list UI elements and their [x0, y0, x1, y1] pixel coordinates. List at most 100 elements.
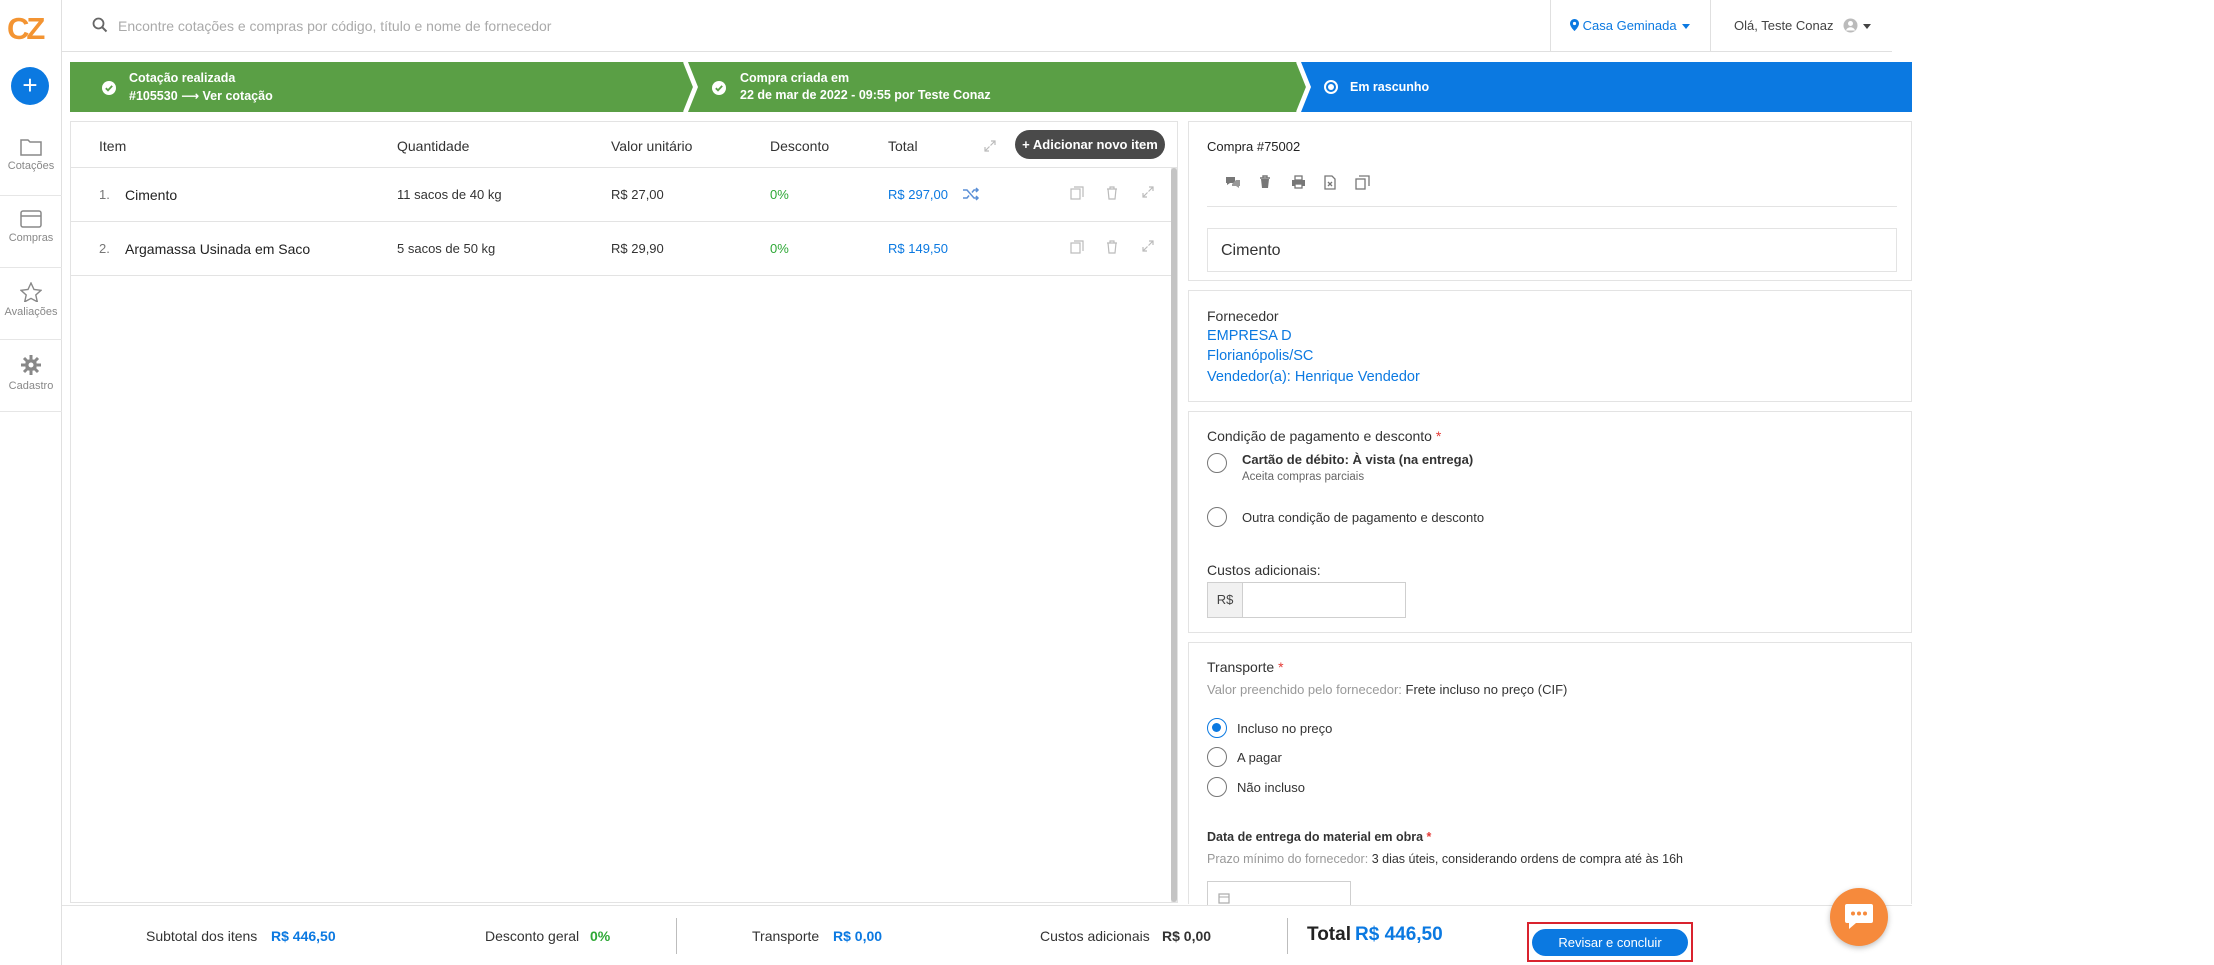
- row-number: 2.: [99, 241, 110, 256]
- selected-item-name: Cimento: [1207, 228, 1897, 272]
- step-title: Cotação realizada: [129, 71, 236, 85]
- copy-icon[interactable]: [1070, 240, 1084, 254]
- location-label: Casa Geminada: [1582, 18, 1677, 33]
- step-quotation-done[interactable]: Cotação realizada #105530 ⟶ Ver cotação: [70, 62, 690, 112]
- row-unit-value: R$ 29,90: [611, 241, 664, 256]
- user-greeting: Olá, Teste Conaz: [1734, 18, 1834, 33]
- payment-option-debit-title: Cartão de débito: À vista (na entrega): [1242, 452, 1474, 467]
- transport-option-pay-radio[interactable]: [1207, 747, 1227, 767]
- extra-costs-total-value: R$ 0,00: [1162, 928, 1212, 944]
- view-quotation-link[interactable]: #105530 ⟶ Ver cotação: [129, 88, 273, 103]
- expand-icon[interactable]: [1142, 186, 1154, 198]
- col-header-quantity: Quantidade: [397, 138, 470, 154]
- check-circle-icon: [712, 81, 726, 95]
- logo[interactable]: CZ: [7, 11, 45, 47]
- step-purchase-created: Compra criada em 22 de mar de 2022 - 09:…: [686, 62, 1298, 112]
- items-table: Item Quantidade Valor unitário Desconto …: [70, 121, 1178, 903]
- trash-icon[interactable]: [1106, 240, 1118, 254]
- shuffle-icon[interactable]: [962, 186, 980, 202]
- row-total: R$ 297,00: [888, 187, 948, 202]
- footer-divider: [1287, 918, 1288, 954]
- step-title: Compra criada em: [740, 71, 850, 85]
- new-button[interactable]: +: [11, 67, 49, 105]
- row-unit-value: R$ 27,00: [611, 187, 664, 202]
- min-label: Prazo mínimo do fornecedor:: [1207, 852, 1369, 866]
- transport-option-label: Incluso no preço: [1237, 721, 1333, 736]
- payment-option-debit-radio[interactable]: [1207, 453, 1227, 473]
- payment-option-other-label: Outra condição de pagamento e desconto: [1242, 510, 1485, 525]
- supplier-label: Fornecedor: [1207, 308, 1279, 324]
- min-value: 3 dias úteis, considerando ordens de com…: [1371, 852, 1683, 866]
- transport-option-included-radio[interactable]: [1207, 718, 1227, 738]
- scrollbar-thumb[interactable]: [1171, 168, 1177, 902]
- expand-icon[interactable]: [984, 140, 996, 152]
- table-row: 2. Argamassa Usinada em Saco 5 sacos de …: [71, 222, 1171, 276]
- prefilled-label: Valor preenchido pelo fornecedor:: [1207, 682, 1402, 697]
- top-divider: [1550, 0, 1551, 52]
- row-quantity: 11 sacos de 40 kg: [397, 187, 502, 202]
- transport-card: Transporte * Valor preenchido pelo forne…: [1188, 642, 1912, 911]
- check-circle-icon: [102, 81, 116, 95]
- supplier-seller[interactable]: Vendedor(a): Henrique Vendedor: [1207, 369, 1420, 385]
- star-icon: [20, 282, 42, 302]
- review-and-finish-button[interactable]: Revisar e concluir: [1532, 929, 1688, 956]
- purchase-card: Compra #75002 Cimento: [1188, 121, 1912, 281]
- payment-option-debit-sub: Aceita compras parciais: [1242, 471, 1365, 483]
- required-marker: *: [1426, 830, 1432, 844]
- currency-prefix: R$: [1207, 582, 1243, 618]
- total-value: R$ 446,50: [1355, 924, 1443, 945]
- sidebar-item-compras[interactable]: Compras: [0, 196, 62, 268]
- add-item-button[interactable]: + Adicionar novo item: [1015, 130, 1165, 159]
- subtotal-label: Subtotal dos itens: [146, 928, 258, 944]
- transport-option-label: A pagar: [1237, 750, 1282, 765]
- sidebar-item-cotacoes[interactable]: Cotações: [0, 124, 62, 196]
- row-total: R$ 149,50: [888, 241, 948, 256]
- supplier-name-link[interactable]: EMPRESA D: [1207, 328, 1292, 344]
- sidebar-item-label: Compras: [8, 232, 54, 244]
- trash-icon[interactable]: [1106, 186, 1118, 200]
- search-icon: [92, 17, 108, 33]
- payment-option-other-radio[interactable]: [1207, 507, 1227, 527]
- discount-value: 0%: [590, 928, 611, 944]
- payment-label: Condição de pagamento e desconto *: [1207, 428, 1441, 444]
- chat-bubble-icon: [1845, 904, 1873, 929]
- user-menu[interactable]: Olá, Teste Conaz: [1734, 18, 1872, 33]
- row-item-name[interactable]: Argamassa Usinada em Saco: [125, 241, 310, 257]
- duplicate-icon[interactable]: [1355, 175, 1370, 190]
- supplier-card: Fornecedor EMPRESA D Florianópolis/SC Ve…: [1188, 290, 1912, 402]
- copy-icon[interactable]: [1070, 186, 1084, 200]
- chat-support-button[interactable]: [1830, 888, 1888, 946]
- prefilled-value: Frete incluso no preço (CIF): [1405, 682, 1568, 697]
- extra-costs-input[interactable]: [1242, 582, 1406, 618]
- transport-option-not-included-radio[interactable]: [1207, 777, 1227, 797]
- footer-divider: [676, 918, 677, 954]
- left-sidebar: CZ + Cotações Compras Avaliações Cadastr…: [0, 0, 62, 965]
- print-icon[interactable]: [1291, 175, 1306, 189]
- trash-icon[interactable]: [1259, 175, 1271, 189]
- chevron-down-icon: [1681, 24, 1690, 30]
- spreadsheet-icon[interactable]: [1324, 175, 1336, 190]
- payment-label-text: Condição de pagamento e desconto: [1207, 428, 1432, 444]
- sidebar-item-label: Cotações: [7, 160, 55, 172]
- row-discount: 0%: [770, 187, 789, 202]
- app-root: CZ + Cotações Compras Avaliações Cadastr…: [0, 0, 2214, 965]
- top-bar: Casa Geminada Olá, Teste Conaz: [62, 0, 1892, 52]
- step-draft: Em rascunho: [1300, 62, 1912, 112]
- location-selector[interactable]: Casa Geminada: [1570, 18, 1690, 33]
- col-header-unit-value: Valor unitário: [611, 138, 693, 154]
- step-title: Em rascunho: [1350, 80, 1430, 94]
- discount-label: Desconto geral: [485, 928, 580, 944]
- expand-icon[interactable]: [1142, 240, 1154, 252]
- table-row: 1. Cimento 11 sacos de 40 kg R$ 27,00 0%…: [71, 168, 1171, 222]
- purchase-title: Compra #75002: [1207, 139, 1301, 154]
- total-label: Total: [1307, 924, 1351, 945]
- chat-icon[interactable]: [1225, 175, 1241, 189]
- delivery-min: Prazo mínimo do fornecedor: 3 dias úteis…: [1207, 852, 1683, 866]
- search-input[interactable]: [118, 13, 1018, 39]
- calendar-icon: [1218, 893, 1230, 904]
- extra-costs-label: Custos adicionais:: [1207, 562, 1321, 578]
- sidebar-item-avaliacoes[interactable]: Avaliações: [0, 268, 62, 340]
- delivery-date-label-text: Data de entrega do material em obra: [1207, 830, 1424, 844]
- row-item-name[interactable]: Cimento: [125, 187, 177, 203]
- sidebar-item-cadastro[interactable]: Cadastro: [0, 340, 62, 412]
